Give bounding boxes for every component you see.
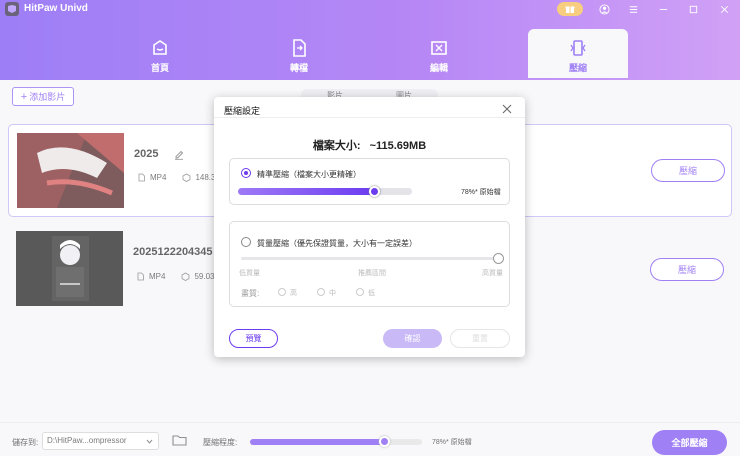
scale-low: 低質量 (239, 270, 260, 277)
divider (214, 117, 525, 118)
file-size-value: ~115.69MB (369, 140, 427, 152)
quality-low-radio (356, 288, 364, 296)
slider-handle[interactable] (368, 186, 380, 197)
slider-fill (238, 188, 374, 195)
scale-high: 高質量 (482, 270, 503, 277)
quality-compression-radio[interactable] (241, 237, 251, 247)
quality-high-radio (278, 288, 286, 296)
quality-medium-radio (317, 288, 325, 296)
quality-label: 畫質: (241, 289, 260, 298)
preview-button[interactable]: 預覽 (229, 329, 278, 348)
file-size-label: 檔案大小: (312, 140, 361, 152)
scale-recommended: 推薦區間 (358, 270, 386, 277)
dialog-title: 壓縮設定 (224, 106, 261, 116)
quality-medium-label: 中 (329, 290, 336, 297)
quality-low-label: 低 (368, 290, 375, 297)
quality-slider (241, 253, 504, 264)
quality-high-label: 高 (290, 290, 297, 297)
precise-compression-value: 78%* 原始檔 (461, 189, 501, 196)
precise-compression-slider[interactable] (238, 186, 412, 197)
quality-compression-option[interactable]: 質量壓縮（優先保證質量，大小有一定誤差） 低質量 推薦區間 高質量 畫質: 高 … (229, 221, 510, 307)
precise-compression-option[interactable]: 精準壓縮（檔案大小更精確） 78%* 原始檔 (229, 158, 510, 205)
precise-compression-label: 精準壓縮（檔案大小更精確） (257, 170, 361, 179)
precise-compression-radio[interactable] (241, 168, 251, 178)
close-icon[interactable] (501, 103, 513, 115)
compression-settings-dialog: 壓縮設定 檔案大小: ~115.69MB 精準壓縮（檔案大小更精確） 78%* … (214, 97, 525, 357)
confirm-button[interactable]: 確認 (383, 329, 442, 348)
reset-button[interactable]: 重置 (450, 329, 510, 348)
file-size-estimate: 檔案大小: ~115.69MB (214, 137, 525, 153)
quality-compression-label: 質量壓縮（優先保證質量，大小有一定誤差） (257, 239, 417, 248)
slider-handle (492, 253, 504, 264)
